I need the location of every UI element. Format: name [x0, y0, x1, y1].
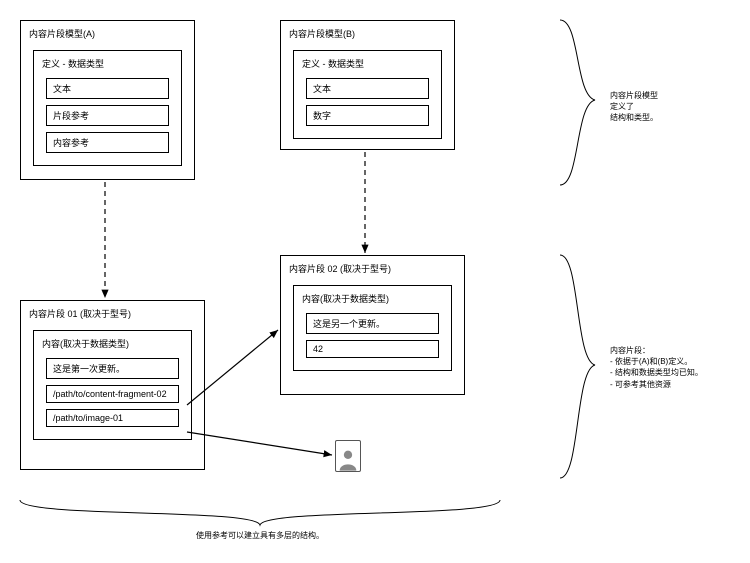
field-number: 数字	[306, 105, 429, 126]
top-anno-l2: 定义了	[610, 101, 658, 112]
bottom-anno-b3: - 可参考其他资源	[610, 379, 703, 390]
top-anno-l1: 内容片段模型	[610, 90, 658, 101]
field-content-ref: 内容参考	[46, 132, 169, 153]
brace-top	[560, 20, 595, 185]
fragment-02-title: 内容片段 02 (取决于型号)	[281, 256, 464, 279]
bottom-caption: 使用参考可以建立具有多层的结构。	[160, 530, 360, 541]
field-text-b: 文本	[306, 78, 429, 99]
brace-bottom	[560, 255, 595, 478]
field-text: 文本	[46, 78, 169, 99]
frag02-value-number: 42	[306, 340, 439, 358]
fragment-02-content-title: 内容(取决于数据类型)	[302, 292, 443, 305]
model-b-title: 内容片段模型(B)	[281, 21, 454, 44]
model-a-definition: 定义 - 数据类型 文本 片段参考 内容参考	[33, 50, 182, 166]
frag01-value-contentref: /path/to/image-01	[46, 409, 179, 427]
frag01-value-fragref: /path/to/content-fragment-02	[46, 385, 179, 403]
model-a-def-title: 定义 - 数据类型	[42, 57, 173, 70]
model-b-box: 内容片段模型(B) 定义 - 数据类型 文本 数字	[280, 20, 455, 150]
bottom-anno-b2: - 结构和数据类型均已知。	[610, 367, 703, 378]
bottom-anno-title: 内容片段：	[610, 345, 703, 356]
model-a-box: 内容片段模型(A) 定义 - 数据类型 文本 片段参考 内容参考	[20, 20, 195, 180]
image-placeholder-icon	[335, 440, 361, 472]
fragment-02-box: 内容片段 02 (取决于型号) 内容(取决于数据类型) 这是另一个更新。 42	[280, 255, 465, 395]
arrow-contentref-to-image	[187, 432, 332, 455]
field-fragment-ref: 片段参考	[46, 105, 169, 126]
model-a-title: 内容片段模型(A)	[21, 21, 194, 44]
top-annotation: 内容片段模型 定义了 结构和类型。	[610, 90, 658, 124]
person-icon	[338, 447, 358, 471]
model-b-def-title: 定义 - 数据类型	[302, 57, 433, 70]
fragment-02-content: 内容(取决于数据类型) 这是另一个更新。 42	[293, 285, 452, 371]
fragment-01-box: 内容片段 01 (取决于型号) 内容(取决于数据类型) 这是第一次更新。 /pa…	[20, 300, 205, 470]
brace-bottom-horizontal	[20, 500, 500, 525]
fragment-01-content: 内容(取决于数据类型) 这是第一次更新。 /path/to/content-fr…	[33, 330, 192, 440]
fragment-01-content-title: 内容(取决于数据类型)	[42, 337, 183, 350]
frag02-value-text: 这是另一个更新。	[306, 313, 439, 334]
model-b-definition: 定义 - 数据类型 文本 数字	[293, 50, 442, 139]
top-anno-l3: 结构和类型。	[610, 112, 658, 123]
bottom-anno-b1: - 依据于(A)和(B)定义。	[610, 356, 703, 367]
frag01-value-text: 这是第一次更新。	[46, 358, 179, 379]
bottom-annotation: 内容片段： - 依据于(A)和(B)定义。 - 结构和数据类型均已知。 - 可参…	[610, 345, 703, 390]
fragment-01-title: 内容片段 01 (取决于型号)	[21, 301, 204, 324]
